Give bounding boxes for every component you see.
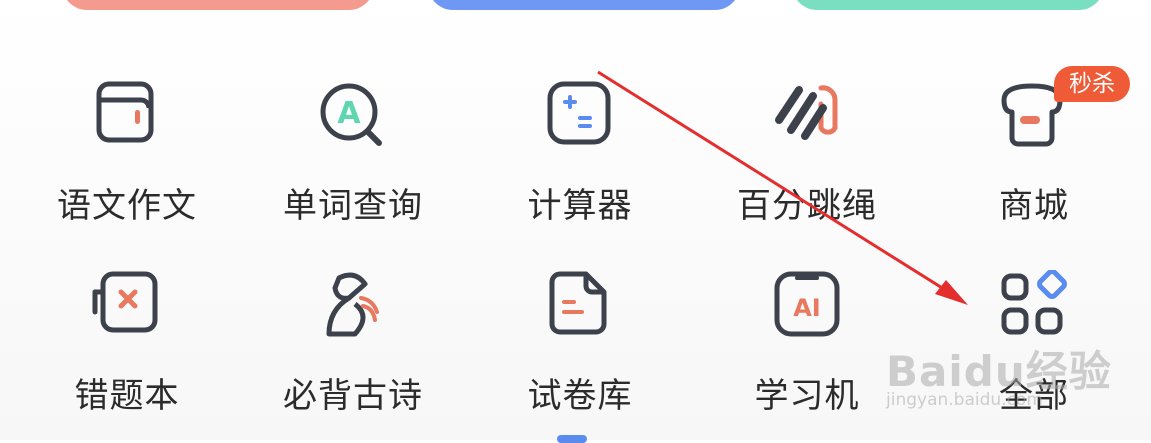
calculator-icon: [547, 81, 611, 145]
ai-tablet-icon: AI: [774, 271, 840, 337]
tile-label: 百分跳绳: [737, 186, 877, 226]
tile-label: 单词查询: [283, 186, 423, 226]
tile-label: 计算器: [527, 186, 633, 226]
tile-learning-machine[interactable]: AI 学习机: [707, 270, 907, 430]
svg-text:AI: AI: [793, 294, 821, 322]
tile-label: 必背古诗: [283, 376, 423, 416]
tile-wrong-questions[interactable]: 错题本: [27, 270, 227, 430]
tile-all[interactable]: 全部: [934, 270, 1134, 430]
tile-label: 试卷库: [527, 376, 633, 416]
tile-label: 错题本: [74, 376, 180, 416]
bottom-tab-indicator: [557, 435, 587, 443]
top-card-blue[interactable]: [428, 0, 740, 10]
tile-ancient-poems[interactable]: 必背古诗: [253, 270, 453, 430]
wrong-question-icon: [92, 271, 158, 333]
tile-label: 商城: [999, 186, 1069, 226]
tile-jump-rope[interactable]: 百分跳绳: [707, 80, 907, 240]
top-card-red[interactable]: [62, 0, 374, 10]
tile-chinese-composition[interactable]: 语文作文: [27, 80, 227, 240]
tile-label: 语文作文: [57, 186, 197, 226]
top-card-green[interactable]: [792, 0, 1104, 10]
word-search-icon: A: [320, 83, 382, 146]
tile-shop[interactable]: 商城: [934, 80, 1134, 240]
tile-label: 学习机: [754, 376, 860, 416]
tile-exam-bank[interactable]: 试卷库: [480, 270, 680, 430]
all-apps-icon: [1001, 270, 1067, 335]
svg-text:A: A: [337, 96, 361, 131]
jump-rope-icon: [775, 85, 838, 140]
paper-icon: [549, 271, 607, 335]
flash-sale-badge: 秒杀: [1054, 66, 1130, 102]
notebook-icon: [96, 81, 154, 143]
poem-figure-icon: [326, 272, 379, 337]
tile-label: 全部: [999, 376, 1069, 416]
tile-word-lookup[interactable]: A 单词查询: [253, 80, 453, 240]
tile-calculator[interactable]: 计算器: [480, 80, 680, 240]
